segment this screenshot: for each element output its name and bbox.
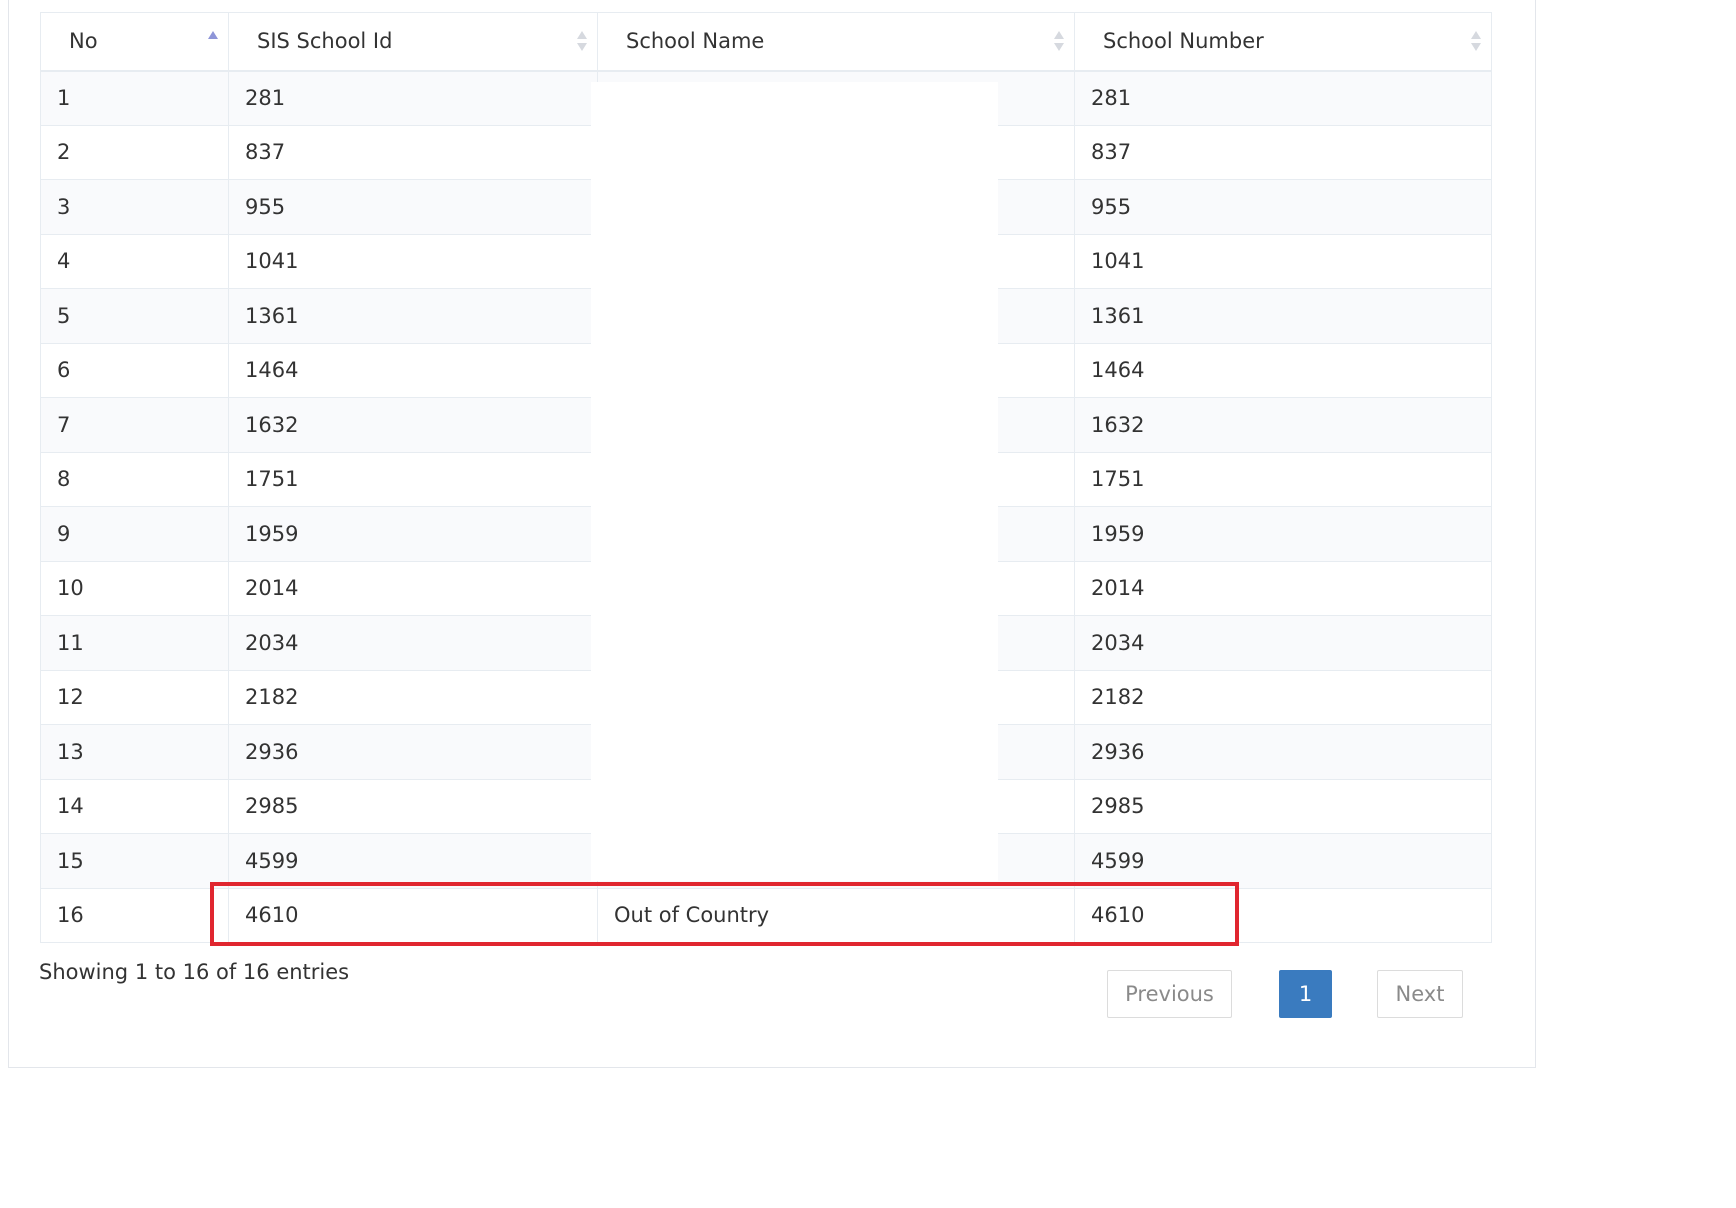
cell-sis-school-id: 955 bbox=[228, 179, 598, 235]
column-header-no[interactable]: No bbox=[40, 12, 229, 72]
cell-no: 8 bbox=[40, 451, 229, 507]
cell-school-number: 4610 bbox=[1074, 887, 1492, 943]
cell-sis-school-id: 4610 bbox=[228, 887, 598, 943]
cell-sis-school-id: 2985 bbox=[228, 778, 598, 834]
sort-ascending-icon bbox=[208, 30, 218, 52]
cell-sis-school-id: 2034 bbox=[228, 615, 598, 671]
cell-sis-school-id: 1361 bbox=[228, 288, 598, 344]
column-header-label: School Number bbox=[1103, 29, 1264, 54]
column-header-school-name[interactable]: School Name bbox=[597, 12, 1075, 72]
cell-no: 4 bbox=[40, 233, 229, 289]
cell-school-number: 1361 bbox=[1074, 288, 1492, 344]
column-header-sis-school-id[interactable]: SIS School Id bbox=[228, 12, 598, 72]
redacted-area bbox=[591, 82, 998, 881]
cell-school-number: 2182 bbox=[1074, 669, 1492, 725]
cell-sis-school-id: 2182 bbox=[228, 669, 598, 725]
cell-sis-school-id: 1959 bbox=[228, 506, 598, 562]
cell-no: 11 bbox=[40, 615, 229, 671]
cell-no: 1 bbox=[40, 70, 229, 126]
cell-no: 6 bbox=[40, 342, 229, 398]
table-row: 16 4610 Out of Country 4610 bbox=[40, 887, 1492, 943]
cell-no: 7 bbox=[40, 397, 229, 453]
cell-sis-school-id: 1751 bbox=[228, 451, 598, 507]
cell-school-number: 1464 bbox=[1074, 342, 1492, 398]
cell-school-number: 1041 bbox=[1074, 233, 1492, 289]
cell-school-name: Out of Country bbox=[597, 887, 1075, 943]
cell-sis-school-id: 2014 bbox=[228, 560, 598, 616]
cell-no: 13 bbox=[40, 724, 229, 780]
next-button[interactable]: Next bbox=[1377, 970, 1463, 1018]
cell-no: 10 bbox=[40, 560, 229, 616]
cell-sis-school-id: 1464 bbox=[228, 342, 598, 398]
cell-no: 3 bbox=[40, 179, 229, 235]
column-header-label: School Name bbox=[626, 29, 765, 54]
cell-no: 5 bbox=[40, 288, 229, 344]
cell-sis-school-id: 1041 bbox=[228, 233, 598, 289]
cell-school-number: 2936 bbox=[1074, 724, 1492, 780]
cell-school-number: 2014 bbox=[1074, 560, 1492, 616]
cell-no: 14 bbox=[40, 778, 229, 834]
cell-sis-school-id: 281 bbox=[228, 70, 598, 126]
cell-no: 12 bbox=[40, 669, 229, 725]
sort-icon bbox=[1471, 30, 1481, 52]
cell-school-number: 4599 bbox=[1074, 833, 1492, 889]
cell-school-number: 837 bbox=[1074, 124, 1492, 180]
cell-no: 15 bbox=[40, 833, 229, 889]
sort-icon bbox=[1054, 30, 1064, 52]
cell-school-number: 1632 bbox=[1074, 397, 1492, 453]
cell-school-number: 1751 bbox=[1074, 451, 1492, 507]
cell-no: 9 bbox=[40, 506, 229, 562]
cell-school-number: 955 bbox=[1074, 179, 1492, 235]
cell-sis-school-id: 4599 bbox=[228, 833, 598, 889]
column-header-label: No bbox=[69, 29, 98, 54]
cell-sis-school-id: 1632 bbox=[228, 397, 598, 453]
cell-no: 2 bbox=[40, 124, 229, 180]
cell-no: 16 bbox=[40, 887, 229, 943]
table-header-row: No SIS School Id School Name School Numb… bbox=[40, 12, 1492, 72]
previous-button[interactable]: Previous bbox=[1107, 970, 1232, 1018]
cell-sis-school-id: 837 bbox=[228, 124, 598, 180]
column-header-school-number[interactable]: School Number bbox=[1074, 12, 1492, 72]
column-header-label: SIS School Id bbox=[257, 29, 393, 54]
cell-school-number: 2034 bbox=[1074, 615, 1492, 671]
page-1-button[interactable]: 1 bbox=[1279, 970, 1332, 1018]
cell-school-number: 281 bbox=[1074, 70, 1492, 126]
cell-school-number: 2985 bbox=[1074, 778, 1492, 834]
cell-sis-school-id: 2936 bbox=[228, 724, 598, 780]
sort-icon bbox=[577, 30, 587, 52]
entries-info: Showing 1 to 16 of 16 entries bbox=[39, 960, 350, 984]
cell-school-number: 1959 bbox=[1074, 506, 1492, 562]
